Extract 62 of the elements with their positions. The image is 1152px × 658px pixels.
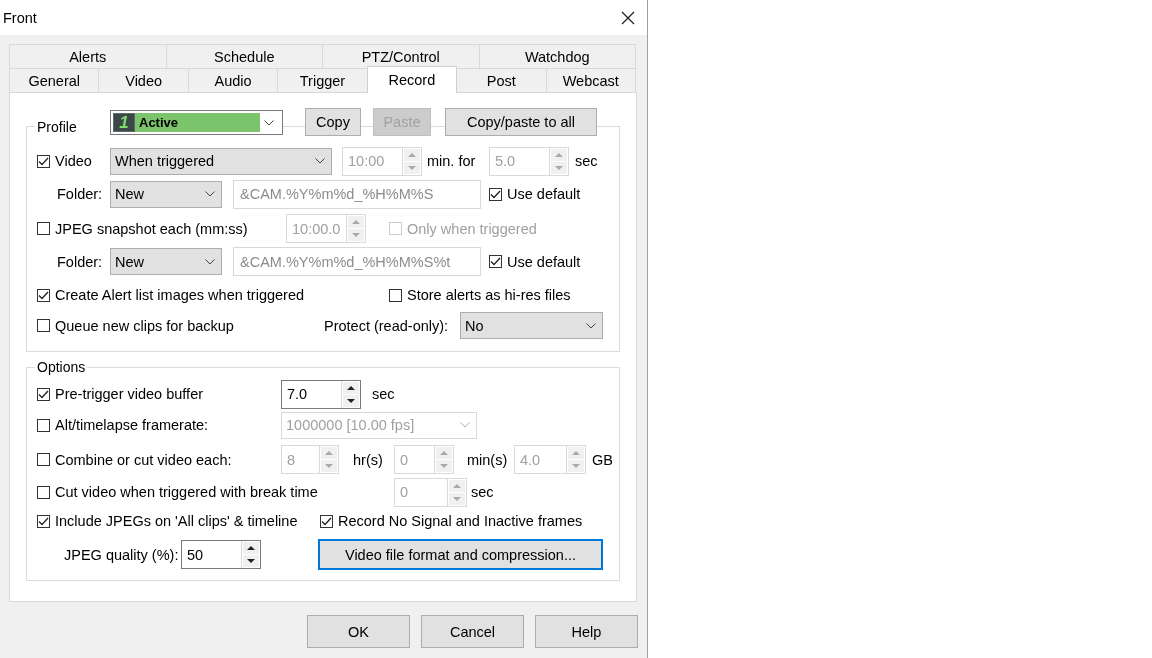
close-icon[interactable] <box>621 10 635 25</box>
dropdown[interactable]: New <box>110 248 222 275</box>
checkbox[interactable]: Use default <box>489 186 581 202</box>
checkmark-icon <box>490 257 501 266</box>
unit-label: GB <box>592 451 613 468</box>
field-label: Protect (read-only): <box>324 317 450 334</box>
dropdown[interactable]: New <box>110 180 222 208</box>
tab[interactable]: Webcast <box>545 68 636 92</box>
checkmark-icon <box>38 389 49 399</box>
chevron-down-icon <box>460 422 470 428</box>
checkbox[interactable]: JPEG snapshot each (mm:ss) <box>37 220 286 237</box>
spin-box[interactable]: 50 <box>181 540 261 569</box>
window-title: Front <box>3 9 37 26</box>
dialog-button[interactable]: Help <box>535 615 638 648</box>
checkbox[interactable]: Include JPEGs on 'All clips' & timeline <box>37 513 320 529</box>
spinner-arrows-icon[interactable] <box>341 380 360 408</box>
chevron-down-icon <box>586 322 596 329</box>
tab[interactable]: Watchdog <box>478 44 636 68</box>
checkbox[interactable]: Video <box>37 153 110 169</box>
copy-paste-all-button[interactable]: Copy/paste to all <box>445 107 597 136</box>
unit-label: sec <box>471 484 494 500</box>
tab[interactable]: Alerts <box>9 44 167 68</box>
checkmark-icon <box>38 290 49 300</box>
dropdown[interactable]: No <box>460 312 603 339</box>
field-label: Folder: <box>56 253 104 270</box>
compression-settings-button[interactable]: Video file format and compression... <box>318 539 603 570</box>
group-label: Options <box>35 359 88 375</box>
checkbox[interactable]: Create Alert list images when triggered <box>37 287 389 303</box>
checkmark-icon <box>38 516 49 526</box>
tab[interactable]: Trigger <box>277 68 368 92</box>
field-label: JPEG quality (%): <box>63 546 180 563</box>
unit-label: sec <box>575 153 598 169</box>
profile-dropdown[interactable]: 1 Active <box>110 110 283 135</box>
chevron-down-icon <box>205 258 215 265</box>
tab[interactable]: Record <box>366 66 458 93</box>
unit-label: min. for <box>427 153 477 169</box>
unit-label: sec <box>372 386 395 402</box>
checkbox[interactable]: Combine or cut video each: <box>37 451 281 468</box>
chevron-down-icon <box>315 158 325 164</box>
unit-label: hr(s) <box>353 451 384 468</box>
dialog-button[interactable]: Cancel <box>421 615 524 648</box>
checkbox[interactable]: Record No Signal and Inactive frames <box>320 513 583 529</box>
chevron-down-icon <box>205 191 215 197</box>
field-label: Folder: <box>56 186 104 202</box>
chevron-down-icon <box>264 119 274 126</box>
checkbox[interactable]: Pre-trigger video buffer <box>37 386 281 402</box>
dropdown[interactable]: When triggered <box>110 147 332 175</box>
spin-box[interactable]: 7.0 <box>281 379 361 409</box>
checkbox[interactable]: Alt/timelapse framerate: <box>37 417 281 433</box>
checkbox[interactable]: Queue new clips for backup <box>37 317 324 334</box>
profile-number-badge: 1 <box>113 113 135 132</box>
unit-label: min(s) <box>467 451 509 468</box>
copy-button[interactable]: Copy <box>305 107 361 136</box>
checkbox[interactable]: Store alerts as hi-res files <box>389 287 571 303</box>
tab[interactable]: General <box>9 68 100 92</box>
checkmark-icon <box>490 189 501 199</box>
checkbox[interactable]: Use default <box>489 253 581 270</box>
checkmark-icon <box>38 156 49 166</box>
dialog-button[interactable]: OK <box>307 615 410 648</box>
spinner-arrows-icon[interactable] <box>241 541 260 568</box>
checkmark-icon <box>321 516 332 526</box>
checkbox[interactable]: Cut video when triggered with break time <box>37 484 394 500</box>
